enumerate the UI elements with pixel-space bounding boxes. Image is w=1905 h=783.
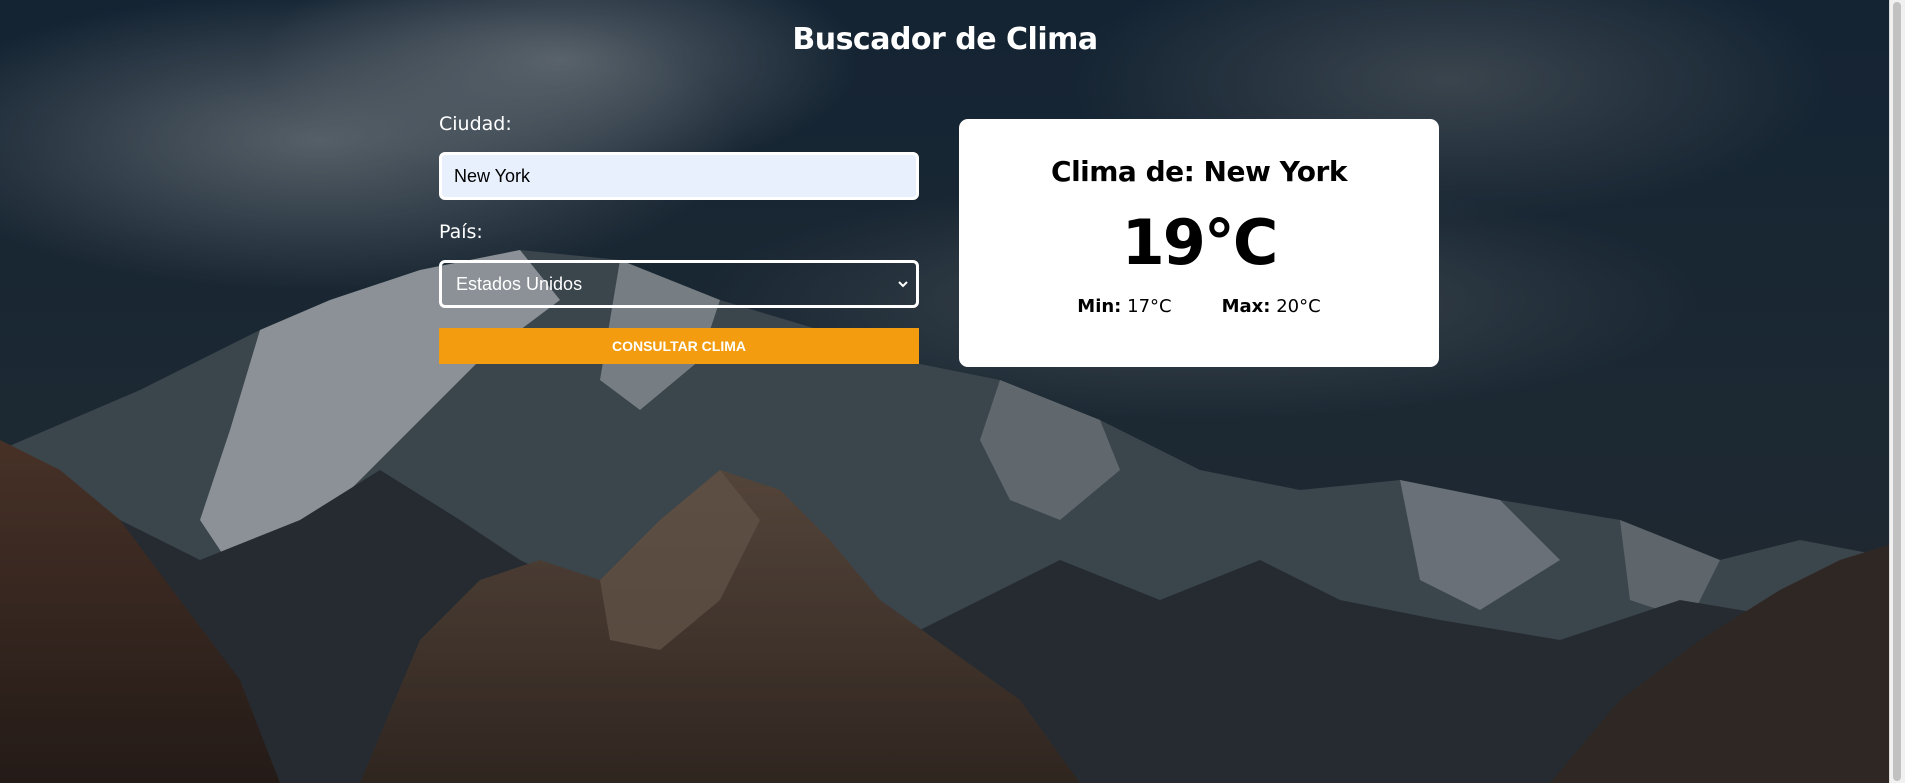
max-temperature: Max: 20°C (1222, 296, 1321, 317)
vertical-scrollbar[interactable] (1889, 0, 1905, 783)
city-label: Ciudad: (439, 113, 512, 135)
country-select[interactable]: Estados Unidos (439, 260, 919, 308)
min-temperature: Min: 17°C (1077, 296, 1171, 317)
chevron-down-icon (896, 275, 910, 293)
min-value: 17°C (1127, 296, 1172, 317)
country-select-value: Estados Unidos (456, 273, 583, 294)
min-label: Min: (1077, 296, 1122, 317)
weather-result-card: Clima de: New York 19°C Min: 17°C Max: 2… (959, 119, 1439, 367)
temperature-range: Min: 17°C Max: 20°C (959, 296, 1439, 317)
page-title: Buscador de Clima (792, 22, 1098, 57)
country-label: País: (439, 221, 483, 243)
result-title: Clima de: New York (1051, 155, 1347, 188)
page: Buscador de Clima Ciudad: País: Estados … (0, 0, 1905, 783)
city-input[interactable] (439, 152, 919, 200)
check-weather-button[interactable]: CONSULTAR CLIMA (439, 328, 919, 364)
scrollbar-thumb[interactable] (1893, 2, 1901, 781)
weather-search-form: Ciudad: País: Estados Unidos CONSULTAR C… (439, 113, 919, 364)
mountain-background-image (0, 0, 1905, 783)
current-temperature: 19°C (1121, 206, 1279, 279)
max-value: 20°C (1276, 296, 1321, 317)
max-label: Max: (1221, 296, 1271, 317)
